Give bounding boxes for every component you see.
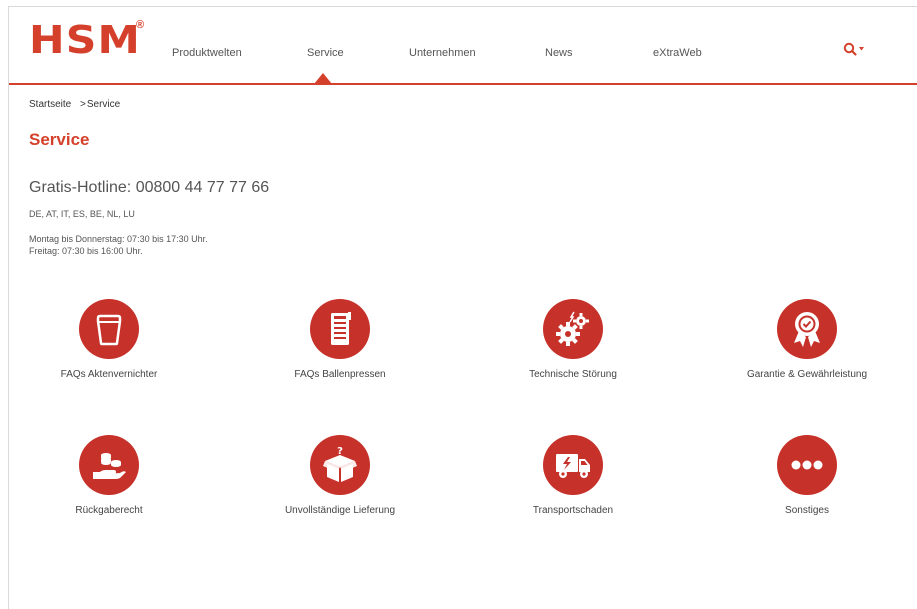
breadcrumb-separator: > — [80, 99, 86, 110]
page-title: Service — [29, 130, 90, 149]
tile-icon-circle — [777, 435, 837, 495]
breadcrumb: Startseite >Service — [29, 99, 126, 110]
more-icon — [791, 460, 823, 470]
page-frame: HSM ® Produktwelten Service Unternehmen … — [8, 6, 917, 609]
hotline-text: Gratis-Hotline: 00800 44 77 77 66 — [29, 179, 270, 196]
opening-hours: Montag bis Donnerstag: 07:30 bis 17:30 U… — [29, 233, 208, 257]
tile-rueckgaberecht[interactable]: Rückgaberecht — [9, 435, 209, 545]
breadcrumb-home[interactable]: Startseite — [29, 99, 71, 110]
tile-icon-circle — [310, 299, 370, 359]
tile-label: FAQs Ballenpressen — [294, 369, 386, 380]
nav-extraweb[interactable]: eXtraWeb — [653, 47, 702, 59]
shredder-icon — [96, 314, 122, 346]
tile-faqs-aktenvernichter[interactable]: FAQs Aktenvernichter — [9, 299, 209, 409]
box-question-icon: ? — [323, 446, 357, 482]
tile-garantie[interactable]: Garantie & Gewährleistung — [707, 299, 907, 409]
tile-label: Rückgaberecht — [75, 505, 143, 516]
tile-icon-circle — [777, 299, 837, 359]
truck-damage-icon — [556, 454, 590, 478]
tile-faqs-ballenpressen[interactable]: FAQs Ballenpressen — [240, 299, 440, 409]
search-icon — [843, 42, 864, 56]
site-header: HSM ® Produktwelten Service Unternehmen … — [9, 7, 917, 85]
tile-technische-stoerung[interactable]: Technische Störung — [473, 299, 673, 409]
tile-icon-circle: ? — [310, 435, 370, 495]
tile-icon-circle — [79, 299, 139, 359]
chevron-down-icon — [859, 47, 864, 51]
nav-service[interactable]: Service — [307, 47, 344, 59]
breadcrumb-current: Service — [86, 99, 121, 110]
tile-icon-circle — [543, 299, 603, 359]
tile-label: Unvollständige Lieferung — [284, 505, 396, 516]
nav-produktwelten[interactable]: Produktwelten — [172, 47, 242, 59]
award-icon — [794, 312, 820, 347]
registered-mark: ® — [136, 19, 145, 31]
nav-news[interactable]: News — [545, 47, 573, 59]
hsm-logo[interactable]: HSM — [29, 21, 141, 59]
tile-label: Sonstiges — [785, 505, 829, 516]
hours-friday: Freitag: 07:30 bis 16:00 Uhr. — [29, 246, 143, 256]
search-toggle[interactable] — [842, 41, 868, 61]
active-nav-indicator — [314, 73, 332, 84]
tile-label: Transportschaden — [532, 505, 614, 516]
tile-sonstiges[interactable]: Sonstiges — [707, 435, 907, 545]
hotline-countries: DE, AT, IT, ES, BE, NL, LU — [29, 209, 135, 219]
tile-icon-circle — [79, 435, 139, 495]
tile-unvollstaendige-lieferung[interactable]: ? Unvollständige Lieferung — [240, 435, 440, 545]
gears-icon — [556, 311, 589, 346]
nav-unternehmen[interactable]: Unternehmen — [409, 47, 476, 59]
baler-icon — [331, 312, 351, 345]
hours-weekdays: Montag bis Donnerstag: 07:30 bis 17:30 U… — [29, 234, 208, 244]
tile-label: Garantie & Gewährleistung — [746, 369, 868, 380]
tile-icon-circle — [543, 435, 603, 495]
tile-transportschaden[interactable]: Transportschaden — [473, 435, 673, 545]
hand-coins-icon — [93, 453, 126, 479]
tile-label: FAQs Aktenvernichter — [60, 369, 158, 380]
tile-label: Technische Störung — [529, 369, 617, 380]
